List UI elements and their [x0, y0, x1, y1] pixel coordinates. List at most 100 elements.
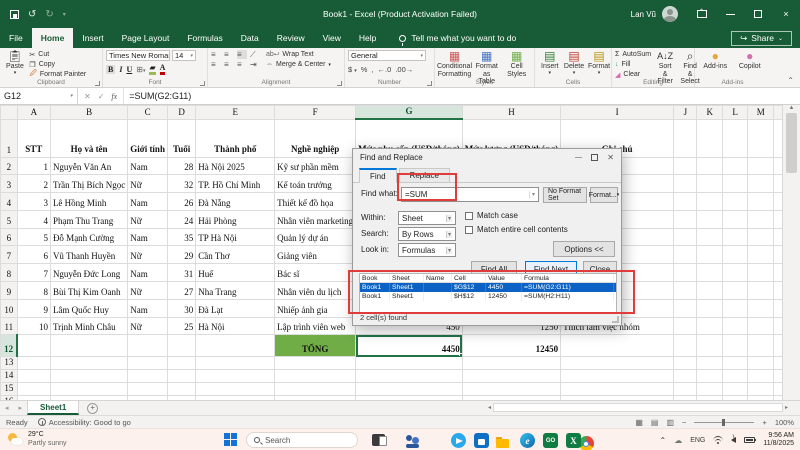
file-explorer-icon[interactable]	[495, 436, 510, 450]
column-header-D[interactable]: D	[167, 106, 195, 120]
cell-F11[interactable]: Lập trình viên web	[275, 317, 356, 335]
zoom-level[interactable]: 100%	[775, 418, 794, 427]
number-dialog-launcher-icon[interactable]	[427, 81, 432, 86]
cell-L12[interactable]	[723, 335, 748, 357]
cell-L4[interactable]	[723, 193, 748, 211]
cell-C2[interactable]: Nam	[128, 157, 168, 175]
dialog-close-icon[interactable]: ✕	[607, 153, 614, 162]
within-select[interactable]: Sheet▾	[398, 211, 456, 225]
cell-C14[interactable]	[128, 370, 168, 383]
cell-E13[interactable]	[196, 357, 275, 370]
find-what-dropdown-icon[interactable]: ▾	[529, 191, 535, 198]
cell-L6[interactable]	[723, 228, 748, 246]
cell-E9[interactable]: Nha Trang	[196, 282, 275, 300]
row-header-8[interactable]: 8	[1, 264, 18, 282]
column-header-C[interactable]: C	[128, 106, 168, 120]
cell-D13[interactable]	[167, 357, 195, 370]
cancel-entry-icon[interactable]: ✕	[84, 92, 91, 101]
column-header-F[interactable]: F	[275, 106, 356, 120]
start-button[interactable]	[224, 433, 238, 447]
font-family-combo[interactable]: Times New Roman▾	[106, 50, 170, 61]
fill-color-button[interactable]: ▰	[149, 64, 155, 75]
cell-G13[interactable]	[356, 357, 463, 370]
cell-F15[interactable]	[275, 383, 356, 396]
cell-A4[interactable]: 3	[17, 193, 50, 211]
cell-L3[interactable]	[723, 175, 748, 193]
confirm-entry-icon[interactable]: ✓	[98, 92, 105, 101]
wrap-text-button[interactable]: ab⮠Wrap Text	[266, 50, 331, 59]
telegram-icon[interactable]	[451, 433, 466, 448]
cell-J14[interactable]	[674, 370, 697, 383]
cell-K12[interactable]	[697, 335, 723, 357]
cell-D1[interactable]: Tuổi	[167, 119, 195, 157]
horizontal-scrollbar-track[interactable]	[493, 403, 783, 412]
cell-C5[interactable]: Nữ	[128, 210, 168, 228]
cell-B8[interactable]: Nguyễn Đức Long	[50, 264, 127, 282]
cell-B1[interactable]: Họ và tên	[50, 119, 127, 157]
language-indicator[interactable]: ENG	[690, 437, 705, 444]
cell-B10[interactable]: Lâm Quốc Huy	[50, 299, 127, 317]
cell-J13[interactable]	[674, 357, 697, 370]
delete-cells-button[interactable]: ▤Delete▾	[562, 50, 587, 76]
volume-icon[interactable]	[731, 437, 736, 443]
cell-D8[interactable]: 31	[167, 264, 195, 282]
cell-F10[interactable]: Nhiếp ảnh gia	[275, 299, 356, 317]
autosum-button[interactable]: ΣAutoSum	[615, 50, 651, 59]
cell-K15[interactable]	[697, 383, 723, 396]
cell-K10[interactable]	[697, 299, 723, 317]
column-header-K[interactable]: K	[697, 106, 723, 120]
cell-L13[interactable]	[723, 357, 748, 370]
cell-D2[interactable]: 28	[167, 157, 195, 175]
cell-G14[interactable]	[356, 370, 463, 383]
column-header-H[interactable]: H	[462, 106, 560, 120]
tray-chevron-icon[interactable]: ⌃	[660, 436, 667, 445]
cell-A12[interactable]	[17, 335, 50, 357]
cell-F12[interactable]: TỔNG	[275, 335, 356, 357]
row-header-15[interactable]: 15	[1, 383, 18, 396]
decrease-decimal-icon[interactable]: .00→	[395, 65, 413, 74]
cell-I12[interactable]	[561, 335, 674, 357]
cell-E12[interactable]	[196, 335, 275, 357]
cell-I14[interactable]	[561, 370, 674, 383]
cell-I13[interactable]	[561, 357, 674, 370]
cell-E3[interactable]: TP. Hồ Chí Minh	[196, 175, 275, 193]
cell-K5[interactable]	[697, 210, 723, 228]
cell-H15[interactable]	[462, 383, 560, 396]
cell-C6[interactable]: Nam	[128, 228, 168, 246]
dialog-title-bar[interactable]: Find and Replace ✕	[353, 149, 621, 166]
cell-E11[interactable]: Hà Nội	[196, 317, 275, 335]
row-header-13[interactable]: 13	[1, 357, 18, 370]
increase-decimal-icon[interactable]: ←.0	[378, 65, 392, 74]
cell-J1[interactable]	[674, 119, 697, 157]
cell-K9[interactable]	[697, 282, 723, 300]
cell-A10[interactable]: 9	[17, 299, 50, 317]
cell-J11[interactable]	[674, 317, 697, 335]
align-middle-icon[interactable]: ≡	[224, 50, 234, 59]
cell-E2[interactable]: Hà Nội 2025	[196, 157, 275, 175]
cell-D4[interactable]: 26	[167, 193, 195, 211]
look-in-select[interactable]: Formulas▾	[398, 243, 456, 257]
customize-qat-icon[interactable]: ▾	[63, 11, 66, 18]
cell-E10[interactable]: Đà Lạt	[196, 299, 275, 317]
paste-button[interactable]: 📋︎Paste▾	[3, 50, 27, 76]
taskbar-search[interactable]: Search	[246, 432, 358, 448]
cell-K2[interactable]	[697, 157, 723, 175]
cell-A2[interactable]: 1	[17, 157, 50, 175]
cell-B5[interactable]: Phạm Thu Trang	[50, 210, 127, 228]
dialog-resize-grip[interactable]	[612, 316, 619, 323]
cell-B12[interactable]	[50, 335, 127, 357]
cell-B3[interactable]: Trần Thị Bích Ngọc	[50, 175, 127, 193]
percent-style-icon[interactable]: %	[361, 65, 368, 74]
bold-button[interactable]: B	[106, 65, 115, 74]
cell-J15[interactable]	[674, 383, 697, 396]
cell-D15[interactable]	[167, 383, 195, 396]
comma-style-icon[interactable]: ,	[371, 65, 373, 74]
cell-E7[interactable]: Cần Thơ	[196, 246, 275, 264]
cell-M14[interactable]	[748, 370, 774, 383]
cell-J2[interactable]	[674, 157, 697, 175]
tab-home[interactable]: Home	[32, 28, 74, 48]
copy-button[interactable]: ❐Copy	[29, 60, 86, 69]
column-header-M[interactable]: M	[748, 106, 774, 120]
cell-E8[interactable]: Huế	[196, 264, 275, 282]
cell-J9[interactable]	[674, 282, 697, 300]
